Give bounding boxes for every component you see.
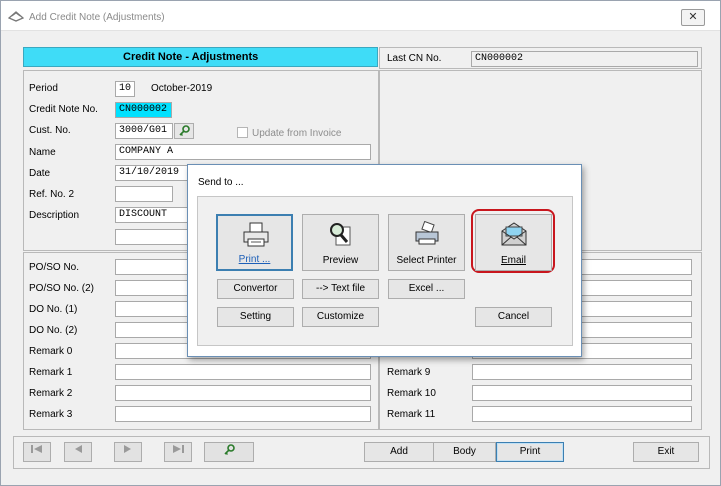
credit-note-label: Credit Note No. [29,104,98,115]
cust-no-field[interactable]: 3000/G01 [115,123,173,139]
ref-no-label: Ref. No. 2 [29,189,75,200]
remark-2-field[interactable] [115,385,371,401]
lookup-button[interactable] [204,442,254,462]
add-button[interactable]: Add [364,442,434,462]
update-from-invoice-checkbox[interactable] [237,127,248,138]
email-option-button[interactable]: Email [475,214,552,271]
remark-3-field[interactable] [115,406,371,422]
print-button[interactable]: Print [496,442,564,462]
cust-lookup-button[interactable] [174,123,194,139]
remark-0-label: Remark 0 [29,346,73,357]
do-1-label: DO No. (1) [29,304,78,315]
key-icon [179,125,190,136]
period-month: October-2019 [151,83,213,94]
envelope-icon [501,222,527,246]
remark-1-label: Remark 1 [29,367,73,378]
remark-9-label: Remark 9 [387,367,431,378]
remark-11-label: Remark 11 [387,409,436,420]
remark-9-field[interactable] [472,364,692,380]
dialog-title: Send to ... [198,177,244,188]
key-icon [224,444,235,455]
update-from-invoice-label: Update from Invoice [252,128,342,139]
exit-button[interactable]: Exit [633,442,699,462]
remark-1-field[interactable] [115,364,371,380]
first-icon [31,445,42,453]
cust-no-label: Cust. No. [29,125,71,136]
form-title: Credit Note - Adjustments [123,51,259,63]
cancel-button[interactable]: Cancel [475,307,552,327]
last-cn-field: CN000002 [471,51,698,67]
close-button[interactable]: ✕ [681,9,705,26]
select-printer-option-label: Select Printer [396,255,457,266]
period-label: Period [29,83,58,94]
name-field[interactable]: COMPANY A [115,144,371,160]
date-label: Date [29,168,51,179]
first-record-button[interactable] [23,442,51,462]
printer-select-icon [415,221,439,245]
next-icon [124,445,131,453]
credit-note-window: Add Credit Note (Adjustments) ✕ Credit N… [0,0,721,486]
ref-no-field[interactable] [115,186,173,202]
magnifier-icon [330,223,351,246]
body-button[interactable]: Body [434,442,496,462]
description-label: Description [29,210,80,221]
period-field[interactable]: 10 [115,81,135,97]
date-field[interactable]: 31/10/2019 [115,165,189,181]
print-option-label: Print ... [238,254,271,265]
print-option-button[interactable]: Print ... [216,214,293,271]
send-to-dialog: Send to ... Print ... Preview Select Pri… [187,164,582,357]
credit-note-field[interactable]: CN000002 [115,102,172,118]
description-field[interactable]: DISCOUNT [115,207,195,223]
text-file-button[interactable]: --> Text file [302,279,379,299]
po-so-label: PO/SO No. [29,262,80,273]
app-icon [7,9,25,23]
remark-10-field[interactable] [472,385,692,401]
next-record-button[interactable] [114,442,142,462]
window-title: Add Credit Note (Adjustments) [29,12,165,23]
setting-button[interactable]: Setting [217,307,294,327]
po-so-2-label: PO/SO No. (2) [29,283,95,294]
email-option-label: Email [500,255,526,266]
do-2-label: DO No. (2) [29,325,78,336]
select-printer-option-button[interactable]: Select Printer [388,214,465,271]
description-field-2[interactable] [115,229,195,245]
prev-icon [75,445,82,453]
last-record-button[interactable] [164,442,192,462]
name-label: Name [29,147,56,158]
last-cn-label: Last CN No. [387,53,442,64]
last-icon [173,445,184,453]
preview-option-button[interactable]: Preview [302,214,379,271]
remark-3-label: Remark 3 [29,409,73,420]
prev-record-button[interactable] [64,442,92,462]
preview-option-label: Preview [322,255,359,266]
remark-10-label: Remark 10 [387,388,436,399]
remark-11-field[interactable] [472,406,692,422]
printer-icon [243,222,269,247]
remark-2-label: Remark 2 [29,388,73,399]
title-bar: Add Credit Note (Adjustments) ✕ [1,1,720,31]
convertor-button[interactable]: Convertor [217,279,294,299]
excel-button[interactable]: Excel ... [388,279,465,299]
customize-button[interactable]: Customize [302,307,379,327]
